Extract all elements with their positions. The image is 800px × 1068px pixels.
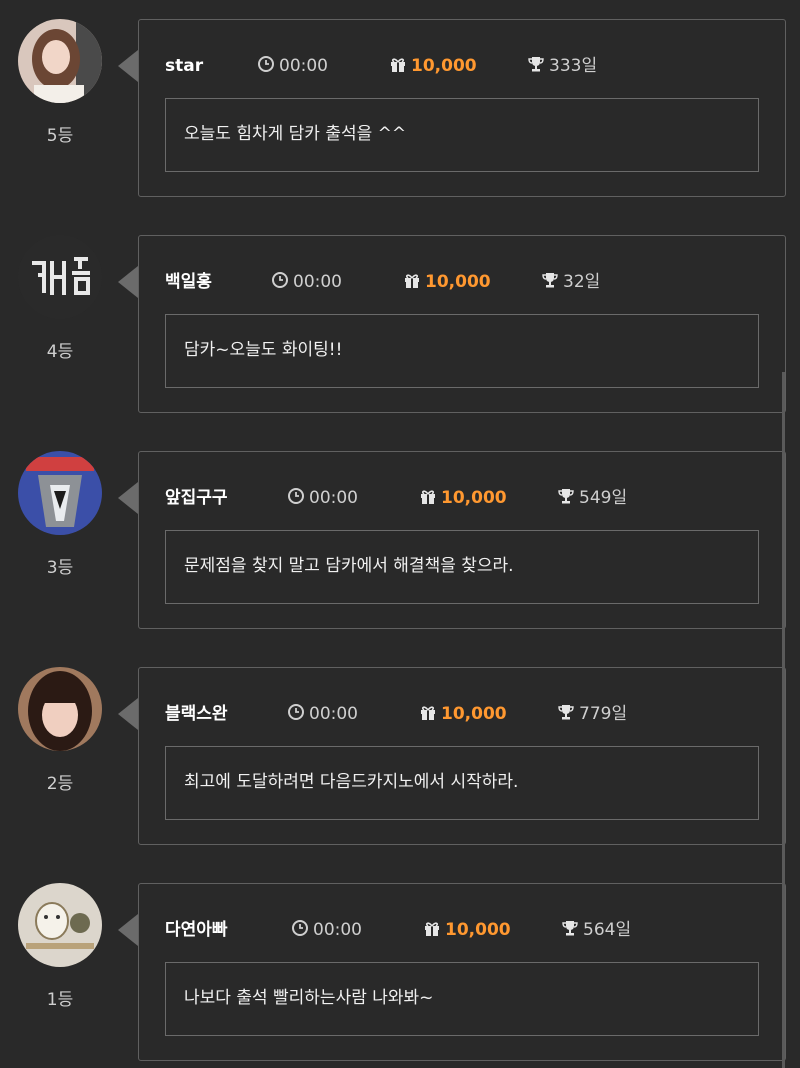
time-value: 00:00 xyxy=(293,272,342,292)
message-box: 오늘도 힘차게 담카 출석을 ^^ xyxy=(165,98,759,172)
check-in-time: 00:00 xyxy=(271,270,342,294)
gift-amount: 10,000 xyxy=(425,272,491,292)
clock-icon xyxy=(258,56,274,72)
clock-icon xyxy=(292,920,308,936)
trophy-icon xyxy=(558,489,574,504)
avatar[interactable] xyxy=(18,883,102,967)
card-pointer xyxy=(118,266,138,298)
days-value: 333일 xyxy=(549,56,598,76)
attendance-days: 564일 xyxy=(561,918,631,942)
card-pointer xyxy=(118,482,138,514)
rank-label: 1등 xyxy=(46,990,74,1010)
gift-icon xyxy=(421,706,435,720)
avatar[interactable] xyxy=(18,451,102,535)
rank-label: 2등 xyxy=(46,774,74,794)
trophy-icon xyxy=(562,921,578,936)
attendance-card: 앞집구구 00:00 10,000 549일 문제점을 찾지 말고 담카에서 해… xyxy=(138,451,786,629)
message-box: 문제점을 찾지 말고 담카에서 해결책을 찾으라. xyxy=(165,530,759,604)
attendance-entry: 3등 앞집구구 00:00 10,000 549일 문제점을 찾지 말고 담카에… xyxy=(0,451,800,633)
clock-icon xyxy=(288,704,304,720)
message-box: 최고에 도달하려면 다음드카지노에서 시작하라. xyxy=(165,746,759,820)
days-value: 779일 xyxy=(579,704,628,724)
user-name[interactable]: 블랙스완 xyxy=(165,702,228,726)
card-pointer xyxy=(118,50,138,82)
attendance-days: 32일 xyxy=(541,270,600,294)
time-value: 00:00 xyxy=(279,56,328,76)
attendance-entry: 4등 백일홍 00:00 10,000 32일 담카~오늘도 화이팅!! xyxy=(0,235,800,417)
user-name[interactable]: 백일홍 xyxy=(165,270,212,294)
scrollbar[interactable] xyxy=(782,372,785,1068)
card-meta: 앞집구구 00:00 10,000 549일 xyxy=(165,486,765,510)
attendance-entry: 5등 star 00:00 10,000 333일 오늘도 힘차게 담카 출석을… xyxy=(0,19,800,201)
avatar[interactable] xyxy=(18,667,102,751)
attendance-card: star 00:00 10,000 333일 오늘도 힘차게 담카 출석을 ^^ xyxy=(138,19,786,197)
time-value: 00:00 xyxy=(313,920,362,940)
gift-icon xyxy=(405,274,419,288)
attendance-entry: 2등 블랙스완 00:00 10,000 779일 최고에 도달하려면 다음드카… xyxy=(0,667,800,849)
user-name[interactable]: star xyxy=(165,54,203,78)
time-value: 00:00 xyxy=(309,704,358,724)
time-value: 00:00 xyxy=(309,488,358,508)
message-box: 나보다 출석 빨리하는사람 나와봐~ xyxy=(165,962,759,1036)
rank-label: 4등 xyxy=(46,342,74,362)
attendance-days: 779일 xyxy=(557,702,627,726)
check-in-time: 00:00 xyxy=(287,702,358,726)
card-meta: 백일홍 00:00 10,000 32일 xyxy=(165,270,765,294)
trophy-icon xyxy=(528,57,544,72)
trophy-icon xyxy=(558,705,574,720)
days-value: 549일 xyxy=(579,488,628,508)
gift-amount: 10,000 xyxy=(441,704,507,724)
check-in-time: 00:00 xyxy=(291,918,362,942)
gift-points: 10,000 xyxy=(419,702,507,726)
gift-icon xyxy=(391,58,405,72)
gift-icon xyxy=(425,922,439,936)
attendance-days: 333일 xyxy=(527,54,597,78)
gift-points: 10,000 xyxy=(403,270,491,294)
attendance-card: 다연아빠 00:00 10,000 564일 나보다 출석 빨리하는사람 나와봐… xyxy=(138,883,786,1061)
attendance-days: 549일 xyxy=(557,486,627,510)
avatar[interactable] xyxy=(18,19,102,103)
gift-points: 10,000 xyxy=(419,486,507,510)
days-value: 564일 xyxy=(583,920,632,940)
gift-points: 10,000 xyxy=(389,54,477,78)
gift-icon xyxy=(421,490,435,504)
card-meta: 블랙스완 00:00 10,000 779일 xyxy=(165,702,765,726)
clock-icon xyxy=(272,272,288,288)
check-in-time: 00:00 xyxy=(287,486,358,510)
gift-amount: 10,000 xyxy=(411,56,477,76)
gift-amount: 10,000 xyxy=(445,920,511,940)
user-name[interactable]: 다연아빠 xyxy=(165,918,228,942)
days-value: 32일 xyxy=(563,272,601,292)
user-name[interactable]: 앞집구구 xyxy=(165,486,228,510)
card-pointer xyxy=(118,698,138,730)
attendance-card: 백일홍 00:00 10,000 32일 담카~오늘도 화이팅!! xyxy=(138,235,786,413)
rank-label: 5등 xyxy=(46,126,74,146)
card-pointer xyxy=(118,914,138,946)
check-in-time: 00:00 xyxy=(257,54,328,78)
attendance-entry: 1등 다연아빠 00:00 10,000 564일 나보다 출석 빨리하는사람 … xyxy=(0,883,800,1065)
gift-points: 10,000 xyxy=(423,918,511,942)
clock-icon xyxy=(288,488,304,504)
attendance-card: 블랙스완 00:00 10,000 779일 최고에 도달하려면 다음드카지노에… xyxy=(138,667,786,845)
message-box: 담카~오늘도 화이팅!! xyxy=(165,314,759,388)
card-meta: 다연아빠 00:00 10,000 564일 xyxy=(165,918,765,942)
card-meta: star 00:00 10,000 333일 xyxy=(165,54,765,78)
trophy-icon xyxy=(542,273,558,288)
avatar[interactable] xyxy=(18,235,102,319)
gift-amount: 10,000 xyxy=(441,488,507,508)
rank-label: 3등 xyxy=(46,558,74,578)
